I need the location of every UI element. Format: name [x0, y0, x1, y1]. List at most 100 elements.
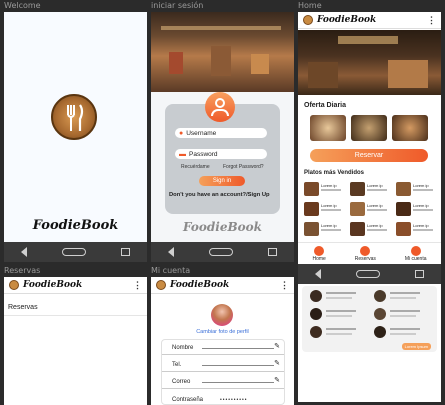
name-field[interactable]: Nombre ✎: [162, 342, 284, 355]
daily-offer-title: Oferta Diaria: [304, 102, 347, 109]
home-icon: [314, 245, 325, 256]
recent-apps-icon[interactable]: [120, 248, 130, 256]
dish-card-title: Lorem ip: [413, 223, 429, 228]
dish-card[interactable]: Lorem ip: [350, 182, 390, 198]
reviews-list: Lorem Ipsum: [302, 286, 437, 352]
dish-card-title: Lorem ip: [321, 203, 337, 208]
popular-dishes-grid: Lorem ip Lorem ip Lorem ip Lorem ip Lore…: [304, 182, 436, 238]
edit-icon[interactable]: ✎: [274, 376, 280, 384]
dish-card-title: Lorem ip: [321, 223, 337, 228]
brand-logo-icon: [156, 280, 166, 290]
tab-home-label: Home: [312, 255, 326, 262]
account-brand-title: FoodieBook: [170, 280, 230, 290]
welcome-screen-label: Welcome: [4, 1, 41, 10]
tab-account-label: Mi cuenta: [404, 255, 427, 262]
tab-reservas[interactable]: Reservas: [354, 245, 376, 262]
password-field[interactable]: Contraseña ••••••••••: [162, 393, 284, 405]
dish-card-title: Lorem ip: [367, 223, 383, 228]
system-nav-bar: [298, 264, 441, 284]
profile-photo[interactable]: [211, 304, 233, 326]
more-menu-icon[interactable]: ⋮: [427, 15, 436, 26]
phone-field[interactable]: Tel. ✎: [162, 359, 284, 372]
login-card: ● Username ▬ Password Recuérdame Forgot …: [165, 92, 280, 214]
calendar-icon: [360, 245, 371, 256]
offer-dish-image[interactable]: [310, 115, 346, 141]
remember-me-checkbox[interactable]: Recuérdame: [181, 164, 210, 170]
dish-card-title: Lorem ip: [367, 203, 383, 208]
account-screen: FoodieBook ⋮ Cambiar foto de perfil Nomb…: [151, 277, 294, 405]
dish-card[interactable]: Lorem ip: [396, 202, 436, 218]
dish-card-title: Lorem ip: [413, 183, 429, 188]
edit-icon[interactable]: ✎: [274, 359, 280, 367]
dish-card[interactable]: Lorem ip: [304, 182, 344, 198]
lock-icon: ▬: [179, 150, 186, 158]
back-icon[interactable]: [315, 269, 322, 279]
user-icon: ●: [179, 129, 184, 137]
tab-home[interactable]: Home: [312, 245, 326, 262]
tab-account[interactable]: Mi cuenta: [404, 245, 427, 262]
login-screen: ● Username ▬ Password Recuérdame Forgot …: [151, 12, 294, 262]
dish-card[interactable]: Lorem ip: [304, 222, 344, 238]
offer-dish-image[interactable]: [392, 115, 428, 141]
welcome-brand-title: FoodieBook: [32, 218, 119, 233]
more-menu-icon[interactable]: ⋮: [133, 280, 142, 291]
recent-apps-icon[interactable]: [267, 248, 277, 256]
email-label: Correo: [172, 379, 191, 385]
reservas-app-bar: FoodieBook ⋮: [4, 277, 147, 294]
email-field[interactable]: Correo ✎: [162, 376, 284, 389]
popular-dishes-title: Platos más Vendidos: [304, 170, 365, 176]
more-menu-icon[interactable]: ⋮: [280, 280, 289, 291]
home-nav-icon[interactable]: [208, 248, 233, 256]
name-label: Nombre: [172, 345, 194, 351]
edit-icon[interactable]: ✎: [274, 342, 280, 350]
review-action-button[interactable]: Lorem Ipsum: [401, 343, 431, 350]
home-nav-icon[interactable]: [355, 270, 380, 278]
password-field[interactable]: ▬ Password: [175, 149, 267, 159]
offer-dish-image[interactable]: [351, 115, 387, 141]
password-mask: ••••••••••: [220, 396, 248, 403]
home-brand-title: FoodieBook: [317, 15, 377, 25]
password-label: Password: [189, 150, 218, 158]
account-app-bar: FoodieBook ⋮: [151, 277, 294, 294]
restaurant-banner: [298, 30, 441, 95]
change-photo-link[interactable]: Cambiar foto de perfil: [151, 329, 294, 335]
dish-card[interactable]: Lorem ip: [350, 202, 390, 218]
login-screen-label: iniciar sesión: [151, 1, 204, 10]
sign-in-button[interactable]: Sign in: [199, 176, 245, 186]
password-label: Contraseña: [172, 396, 204, 403]
home-screen: FoodieBook ⋮ Oferta Diaria Reservar Plat…: [298, 12, 441, 402]
dish-card-title: Lorem ip: [367, 183, 383, 188]
reservas-heading: Reservas: [8, 304, 38, 311]
dish-card[interactable]: Lorem ip: [396, 182, 436, 198]
account-icon: [410, 245, 421, 256]
username-field[interactable]: ● Username: [175, 128, 267, 138]
back-icon[interactable]: [168, 247, 175, 257]
account-screen-label: Mi cuenta: [151, 266, 191, 275]
dish-card[interactable]: Lorem ip: [304, 202, 344, 218]
home-screen-label: Home: [298, 1, 322, 10]
home-nav-icon[interactable]: [61, 248, 86, 256]
brand-logo-icon: [303, 15, 313, 25]
dish-card-title: Lorem ip: [321, 183, 337, 188]
brand-logo-icon: [9, 280, 19, 290]
recent-apps-icon[interactable]: [414, 270, 424, 278]
back-icon[interactable]: [21, 247, 28, 257]
phone-label: Tel.: [172, 362, 182, 368]
system-nav-bar: [151, 242, 294, 262]
home-app-bar: FoodieBook ⋮: [298, 12, 441, 29]
profile-fields: Nombre ✎ Tel. ✎ Correo ✎ Contraseña ••••••••…: [161, 339, 285, 405]
reservas-screen: FoodieBook ⋮ Reservas: [4, 277, 147, 405]
system-nav-bar: [4, 242, 147, 262]
reserve-button[interactable]: Reservar: [310, 149, 428, 162]
restaurant-photo: [151, 12, 294, 92]
reservas-screen-label: Reservas: [4, 266, 41, 275]
tab-reservas-label: Reservas: [354, 255, 376, 262]
dish-card[interactable]: Lorem ip: [350, 222, 390, 238]
fork-knife-icon: [67, 104, 84, 131]
dish-card-title: Lorem ip: [413, 203, 429, 208]
dish-card[interactable]: Lorem ip: [396, 222, 436, 238]
forgot-password-link[interactable]: Forgot Password?: [223, 164, 264, 170]
reservas-brand-title: FoodieBook: [23, 280, 83, 290]
bottom-tab-bar: Home Reservas Mi cuenta: [298, 242, 441, 264]
sign-up-link[interactable]: Don't you have an account?/Sign Up: [169, 192, 279, 198]
